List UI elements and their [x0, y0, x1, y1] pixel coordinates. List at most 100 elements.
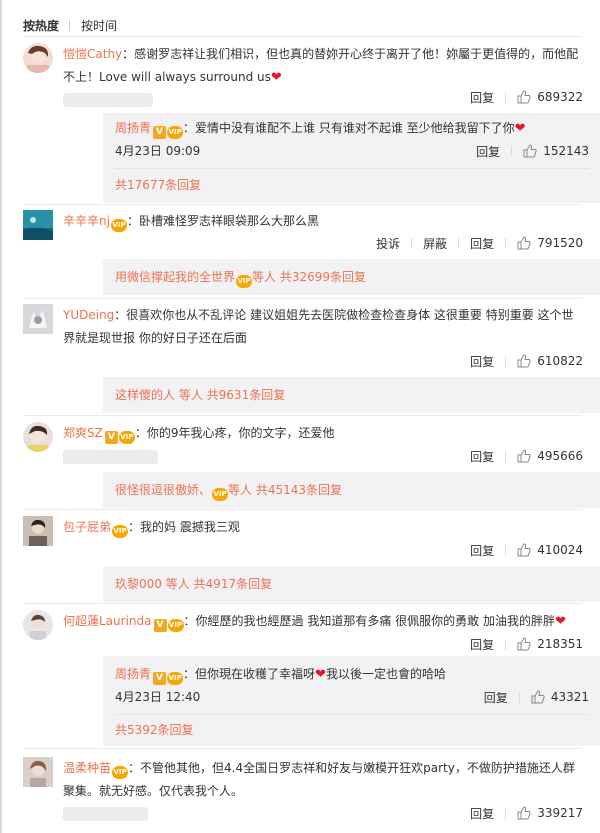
avatar[interactable]: [23, 43, 53, 73]
like-button[interactable]: 152143: [523, 144, 589, 158]
reply-user-link[interactable]: 很怪很逗很傲娇、: [115, 483, 211, 497]
divider: [23, 204, 582, 205]
action-divider: [505, 638, 507, 650]
like-button[interactable]: 689322: [517, 90, 583, 104]
comment-username[interactable]: 辛辛辛nj: [63, 214, 110, 228]
comment-text: ：我的妈 震撼我三观: [128, 520, 240, 534]
comment-text: ：你經歷的我也經歷過 我知道那有多痛 很佩服你的勇敢 加油我的胖胖: [183, 614, 555, 628]
avatar[interactable]: [23, 516, 53, 546]
reply-button[interactable]: 回复: [470, 353, 494, 370]
like-button[interactable]: 410024: [517, 543, 583, 557]
reply-user-link[interactable]: 这样傻的人: [115, 388, 175, 402]
reply-box: 用微信撑起我的全世界 VIP等人 共32699条回复: [103, 259, 600, 295]
more-replies-link[interactable]: 等人 共45143条回复: [228, 483, 342, 497]
action-divider: [511, 145, 513, 157]
vip-badge-icon: VIP: [112, 525, 129, 538]
thumbs-up-icon: [517, 449, 531, 463]
like-count: 791520: [537, 236, 583, 250]
avatar[interactable]: [23, 610, 53, 640]
heart-emoji-icon: ❤: [514, 121, 526, 136]
like-button[interactable]: 610822: [517, 354, 583, 368]
verified-badge-icon: V: [153, 126, 167, 139]
comment-text: ：感谢罗志祥让我们相识，但也真的替妳开心终于离开了他！妳屬于更值得的，而他配不上…: [63, 47, 579, 84]
reply-button[interactable]: 回复: [484, 689, 508, 706]
comment-item: 何超蓮Laurinda V VIP ：你經歷的我也經歷過 我知道那有多痛 很佩服你的勇…: [23, 610, 600, 746]
reply-box: 很怪很逗很傲娇、 VIP等人 共45143条回复: [103, 472, 600, 508]
reply-user-link[interactable]: 玖黎000: [115, 577, 162, 591]
divider: [23, 748, 582, 749]
like-count: 218351: [537, 637, 583, 651]
heart-emoji-icon: ❤: [315, 667, 326, 682]
reply-button[interactable]: 回复: [470, 235, 494, 252]
like-count: 689322: [537, 90, 583, 104]
reply-button[interactable]: 回复: [470, 805, 494, 822]
vip-badge-icon: VIP: [118, 431, 135, 444]
like-button[interactable]: 339217: [517, 806, 583, 820]
sort-bar: 按热度 按时间: [23, 16, 117, 34]
divider: [23, 509, 582, 510]
thumbs-up-icon: [517, 90, 531, 104]
like-count: 339217: [537, 806, 583, 820]
comment-text: ：卧槽难怪罗志祥眼袋那么大那么黑: [126, 214, 319, 228]
comment-actions: 回复 689322: [470, 89, 583, 105]
reply-user-link[interactable]: 用微信撑起我的全世界: [115, 270, 235, 284]
comment-username[interactable]: YUDeing: [63, 308, 114, 322]
like-button[interactable]: 218351: [517, 637, 583, 651]
sort-by-hot-tab[interactable]: 按热度: [23, 17, 59, 34]
verified-badge-icon: V: [153, 672, 167, 685]
more-replies-link[interactable]: 共17677条回复: [115, 178, 201, 192]
report-button[interactable]: 投诉: [376, 235, 400, 252]
reply-time: 4月23日 09:09: [115, 144, 201, 158]
more-replies-link[interactable]: 等人 共4917条回复: [166, 577, 272, 591]
avatar[interactable]: [23, 210, 53, 240]
comment-username[interactable]: 温柔种苗: [63, 761, 111, 775]
reply-actions: 回复 152143: [476, 143, 589, 159]
reply-text: ：但你現在收穫了幸福呀: [183, 667, 316, 681]
action-divider: [505, 807, 507, 819]
reply-text-continued: 我以後一定也會的哈哈: [325, 667, 446, 681]
comment-username[interactable]: 郑爽SZ: [63, 426, 103, 440]
reply-username[interactable]: 周扬青: [115, 121, 151, 135]
reply-button[interactable]: 回复: [470, 89, 494, 106]
vip-badge-icon: VIP: [167, 672, 184, 685]
comment-actions: 回复 495666: [470, 448, 583, 464]
comment-actions: 回复 218351: [470, 636, 583, 652]
reply-button[interactable]: 回复: [470, 542, 494, 559]
avatar[interactable]: [23, 422, 53, 452]
block-button[interactable]: 屏蔽: [423, 235, 447, 252]
reply-box: 玖黎000 等人 共4917条回复: [103, 566, 600, 602]
more-replies-link[interactable]: 共5392条回复: [115, 723, 194, 737]
like-count: 43321: [550, 690, 589, 704]
reply-actions: 回复 43321: [484, 689, 589, 705]
comment-item: YUDeing：很喜欢你也从不乱评论 建议姐姐先去医院做检查检查身体 这很重要 …: [23, 304, 600, 413]
comment-username[interactable]: 何超蓮Laurinda: [63, 614, 152, 628]
like-count: 495666: [537, 449, 583, 463]
like-button[interactable]: 43321: [531, 690, 589, 704]
vip-badge-icon: VIP: [112, 766, 129, 779]
avatar[interactable]: [23, 757, 53, 787]
sort-by-time-tab[interactable]: 按时间: [81, 17, 117, 34]
vip-badge-icon: VIP: [110, 219, 127, 232]
like-count: 410024: [537, 543, 583, 557]
comment-username[interactable]: 愷愷Cathy: [63, 47, 122, 61]
sort-divider: [69, 19, 71, 31]
reply-username[interactable]: 周扬青: [115, 667, 151, 681]
action-divider: [518, 691, 520, 703]
divider: [23, 36, 582, 37]
divider: [23, 298, 582, 299]
thumbs-up-icon: [517, 806, 531, 820]
thumbs-up-icon: [523, 144, 537, 158]
action-divider: [458, 237, 460, 249]
reply-button[interactable]: 回复: [470, 448, 494, 465]
like-button[interactable]: 495666: [517, 449, 583, 463]
like-button[interactable]: 791520: [517, 236, 583, 250]
more-replies-link[interactable]: 等人 共32699条回复: [252, 270, 366, 284]
blurred-text: [63, 807, 148, 821]
reply-button[interactable]: 回复: [476, 143, 500, 160]
heart-emoji-icon: ❤: [554, 614, 566, 629]
reply-button[interactable]: 回复: [470, 636, 494, 653]
avatar[interactable]: [23, 304, 53, 334]
comment-username[interactable]: 包子屁弟: [63, 520, 111, 534]
more-replies-link[interactable]: 等人 共9631条回复: [179, 388, 285, 402]
vip-badge-icon: VIP: [167, 126, 184, 139]
